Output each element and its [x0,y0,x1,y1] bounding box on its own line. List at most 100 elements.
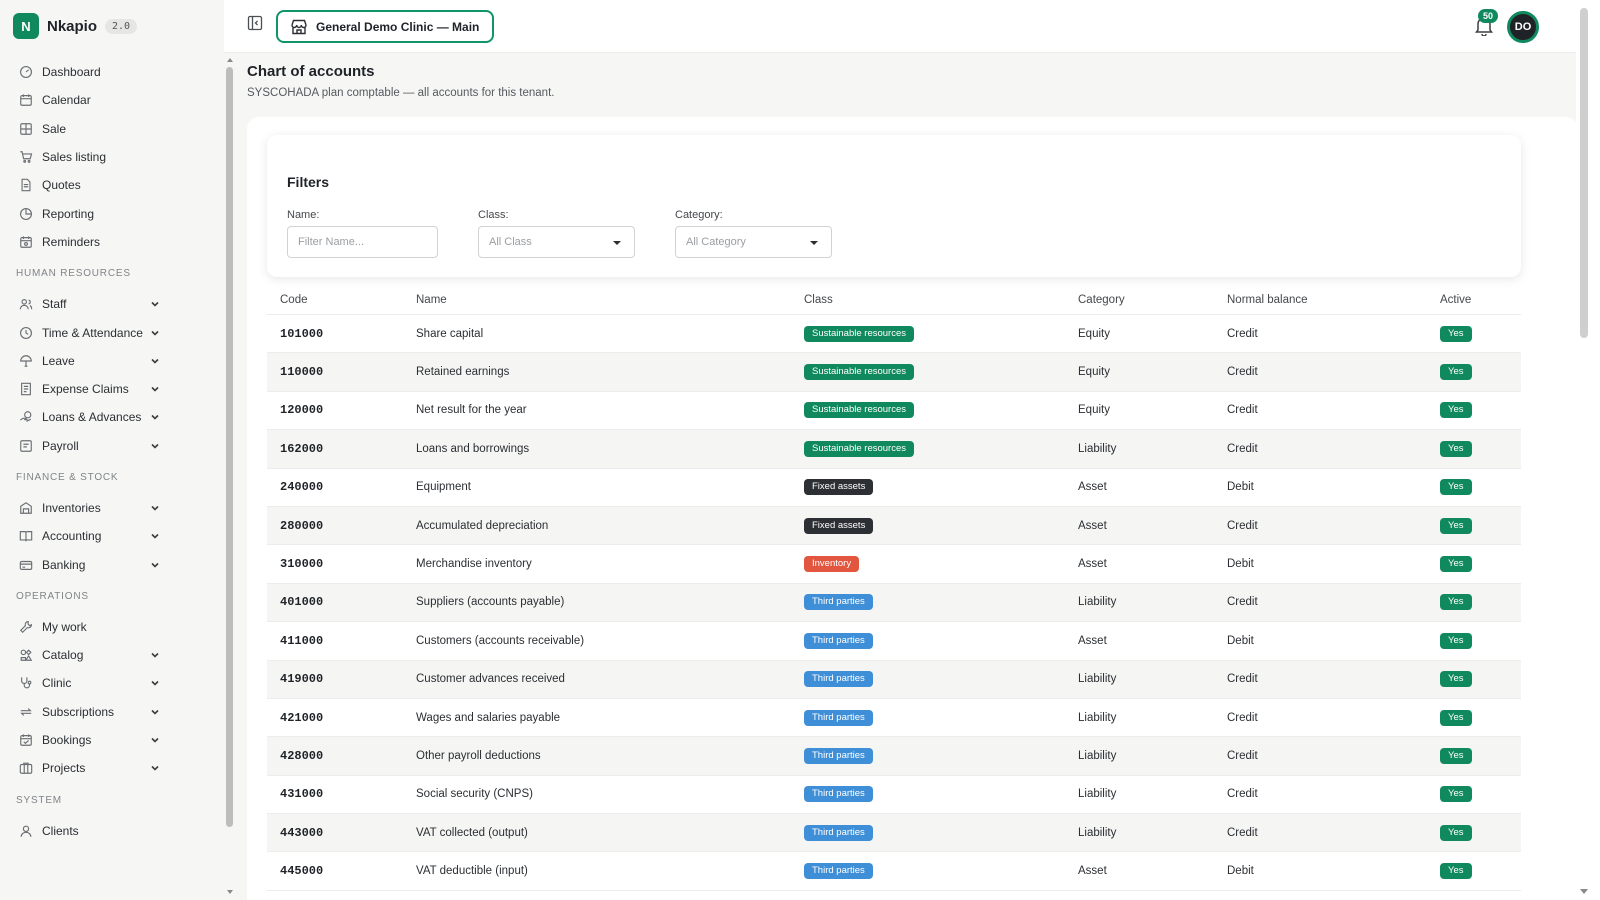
sidebar-item-sale[interactable]: Sale [0,115,224,143]
table-row[interactable]: 162000 Loans and borrowings Sustainable re… [267,430,1521,469]
class-filter-value: All Class [489,236,532,248]
account-name: Net result for the year [416,404,527,417]
table-row[interactable]: 419000 Customer advances received Third pa… [267,660,1521,699]
account-name: Customers (accounts receivable) [416,634,585,647]
table-row[interactable]: 120000 Net result for the year Sustainable… [267,392,1521,431]
account-code: 411000 [280,633,324,648]
sidebar-scrollbar[interactable] [224,53,237,900]
brand[interactable]: N Nkapio 2.0 [13,13,138,39]
sidebar-item-staff[interactable]: Staff [0,290,224,318]
account-category: Asset [1078,481,1107,494]
sidebar: N Nkapio 2.0 Dashboard Calendar Sale Sal… [0,0,224,900]
active-cell: Yes [1440,364,1521,381]
sidebar-item-accounting[interactable]: Accounting [0,522,224,550]
sidebar-item-clinic[interactable]: Clinic [0,669,224,697]
table-row[interactable]: 110000 Retained earnings Sustainable resou… [267,353,1521,392]
normal-balance: Credit [1227,826,1258,839]
sidebar-item-dashboard[interactable]: Dashboard [0,58,224,86]
column-header-name[interactable]: Name [416,294,804,306]
sidebar-item-leave[interactable]: Leave [0,347,224,375]
sidebar-item-quotes[interactable]: Quotes [0,171,224,199]
column-header-category[interactable]: Category [1078,294,1227,306]
scroll-down-arrow-icon[interactable] [1580,889,1588,894]
chevron-down-icon [151,709,159,715]
scrollbar-thumb[interactable] [1580,8,1588,338]
sidebar-item-reminders[interactable]: Reminders [0,228,224,256]
sidebar-item-expense-claims[interactable]: Expense Claims [0,375,224,403]
active-cell: Yes [1440,402,1521,419]
page-scrollbar[interactable] [1576,0,1600,900]
class-filter-select[interactable]: All Class [478,226,635,258]
normal-balance: Credit [1227,749,1258,762]
column-header-code[interactable]: Code [267,294,416,306]
accounts-table: Code Name Class Category Normal balance … [267,285,1521,891]
sidebar-item-label: Dashboard [42,65,101,80]
table-row[interactable]: 401000 Suppliers (accounts payable) Third … [267,583,1521,623]
sidebar-item-label: Sale [42,121,67,136]
table-row[interactable]: 280000 Accumulated depreciation Fixed asse… [267,506,1521,546]
class-badge: Third parties [804,824,873,841]
normal-balance: Credit [1227,596,1258,609]
sidebar-toggle-icon[interactable] [247,15,263,31]
table-row[interactable]: 421000 Wages and salaries payable Third pa… [267,699,1521,738]
sidebar-item-banking[interactable]: Banking [0,550,224,578]
sidebar-item-projects[interactable]: Projects [0,754,224,782]
caret-down-icon [613,241,621,245]
sidebar-item-catalog[interactable]: Catalog [0,641,224,669]
clock-icon [19,326,33,340]
active-badge: Yes [1440,747,1472,764]
sidebar-item-bookings[interactable]: Bookings [0,726,224,754]
account-code: 401000 [280,595,324,610]
table-row[interactable]: 428000 Other payroll deductions Third part… [267,737,1521,776]
class-badge: Third parties [804,747,873,764]
sidebar-item-label: Banking [42,557,86,572]
table-row[interactable]: 443000 VAT collected (output) Third partie… [267,814,1521,853]
account-class-cell: Third parties [804,594,1078,611]
table-row[interactable]: 240000 Equipment Fixed assets Asset Debit Yes [267,469,1521,507]
table-row[interactable]: 445000 VAT deductible (input) Third partie… [267,852,1521,891]
notification-count-badge: 50 [1478,9,1499,23]
table-row[interactable]: 310000 Merchandise inventory Inventory Asse… [267,545,1521,584]
sidebar-item-label: My work [42,619,87,634]
account-name: Wages and salaries payable [416,711,561,724]
sidebar-item-label: Staff [42,297,67,312]
name-filter-input[interactable] [287,226,438,258]
scroll-up-arrow-icon[interactable] [227,58,233,62]
sidebar-item-loans-advances[interactable]: Loans & Advances [0,403,224,431]
sidebar-item-clients[interactable]: Clients [0,817,224,845]
sidebar-item-time-attendance[interactable]: Time & Attendance [0,318,224,346]
sidebar-item-sales-listing[interactable]: Sales listing [0,143,224,171]
dashboard-icon [19,65,33,79]
column-header-normal-balance[interactable]: Normal balance [1227,294,1440,306]
sidebar-item-label: Projects [42,761,86,776]
table-body: 101000 Share capital Sustainable resources… [267,315,1521,891]
sidebar-item-subscriptions[interactable]: Subscriptions [0,698,224,726]
account-name: Accumulated depreciation [416,519,549,532]
scroll-down-arrow-icon[interactable] [227,890,233,894]
sidebar-item-inventories[interactable]: Inventories [0,494,224,522]
table-row[interactable]: 101000 Share capital Sustainable resources… [267,315,1521,354]
sidebar-item-calendar[interactable]: Calendar [0,86,224,114]
sidebar-item-label: Bookings [42,733,92,748]
chevron-down-icon [151,415,159,421]
sidebar-item-label: Clinic [42,676,72,691]
payroll-icon [19,439,33,453]
column-header-active[interactable]: Active [1440,294,1521,306]
avatar[interactable]: DO [1507,11,1539,43]
table-row[interactable]: 431000 Social security (CNPS) Third partie… [267,776,1521,815]
active-badge: Yes [1440,402,1472,419]
chevron-down-icon [151,505,159,511]
sidebar-item-payroll[interactable]: Payroll [0,432,224,460]
clinic-switcher-button[interactable]: General Demo Clinic — Main [276,10,495,43]
reporting-icon [19,207,33,221]
active-badge: Yes [1440,364,1472,381]
account-code: 431000 [280,787,324,802]
sidebar-item-reporting[interactable]: Reporting [0,199,224,227]
sidebar-item-my-work[interactable]: My work [0,613,224,641]
quotes-icon [19,178,33,192]
expense-icon [19,382,33,396]
scrollbar-thumb[interactable] [226,67,233,827]
table-row[interactable]: 411000 Customers (accounts receivable) Thi… [267,622,1521,661]
column-header-class[interactable]: Class [804,294,1078,306]
category-filter-select[interactable]: All Category [675,226,832,258]
